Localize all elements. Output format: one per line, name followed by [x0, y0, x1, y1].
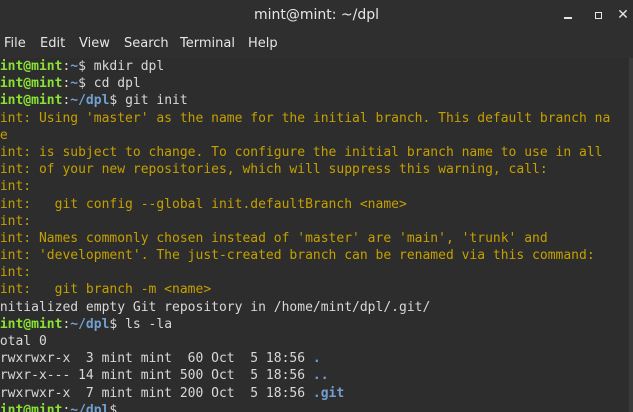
- close-icon[interactable]: ✕: [614, 6, 632, 24]
- terminal-line: mint@mint:~/dpl$: [0, 402, 610, 412]
- terminal-line: hint: of your new repositories, which wi…: [0, 161, 610, 178]
- hint-text: hint:: [0, 265, 32, 281]
- hint-text: hint: Using 'master' as the name for the…: [0, 110, 611, 126]
- prompt-symbol: $: [78, 76, 86, 92]
- prompt-path: ~: [70, 76, 79, 92]
- terminal-line: total 0: [0, 333, 610, 350]
- prompt-user: mint@mint: [0, 59, 63, 74]
- ls-entry-details: drwxrwxr-x 3 mint mint 60 Oct 5 18:56: [0, 351, 313, 367]
- hint-text: hint: is subject to change. To configure…: [0, 144, 603, 160]
- menu-file[interactable]: File: [4, 30, 26, 58]
- prompt-path: ~/dpl: [70, 93, 110, 109]
- terminal-line: drwxrwxr-x 3 mint mint 60 Oct 5 18:56 .: [0, 350, 610, 367]
- scrollbar[interactable]: [629, 58, 633, 412]
- prompt-symbol: $: [78, 59, 86, 74]
- terminal-line: hint:: [0, 213, 610, 230]
- menu-help[interactable]: Help: [248, 30, 278, 58]
- terminal-line: hint: git config --global init.defaultBr…: [0, 196, 610, 213]
- terminal-line: hint:: [0, 178, 610, 195]
- terminal-output[interactable]: mint@mint:~$ mkdir dplmint@mint:~$ cd dp…: [0, 58, 633, 412]
- hint-text: hint: Names commonly chosen instead of '…: [0, 230, 548, 246]
- hint-text: hint: 'development'. The just-created br…: [0, 248, 595, 264]
- terminal-line: mint@mint:~/dpl$ git init: [0, 92, 610, 109]
- maximize-icon[interactable]: [589, 6, 607, 24]
- terminal-line: mint@mint:~$ mkdir dpl: [0, 58, 610, 75]
- prompt-user: mint@mint: [0, 402, 63, 412]
- prompt-path: ~/dpl: [70, 316, 110, 332]
- hint-text: hint:: [0, 179, 32, 195]
- terminal-line: Initialized empty Git repository in /hom…: [0, 299, 610, 316]
- output-text: total 0: [0, 334, 47, 349]
- hint-text: me: [0, 127, 8, 143]
- terminal-line: hint:: [0, 264, 610, 281]
- prompt-path: ~/dpl: [70, 402, 110, 412]
- terminal-line: hint: is subject to change. To configure…: [0, 144, 610, 161]
- terminal-line: hint: Names commonly chosen instead of '…: [0, 230, 610, 247]
- hint-text: hint: git branch -m <name>: [0, 282, 212, 298]
- hint-text: hint: git config --global init.defaultBr…: [0, 196, 407, 212]
- prompt-path: ~: [70, 59, 79, 74]
- terminal-line: hint: 'development'. The just-created br…: [0, 247, 610, 264]
- terminal-line: hint: Using 'master' as the name for the…: [0, 110, 610, 127]
- minimize-icon[interactable]: [559, 6, 577, 24]
- menu-bar: File Edit View Search Terminal Help: [0, 30, 633, 58]
- title-bar[interactable]: mint@mint: ~/dpl ✕: [0, 0, 633, 30]
- terminal-lines: mint@mint:~$ mkdir dplmint@mint:~$ cd dp…: [0, 58, 610, 412]
- menu-view[interactable]: View: [79, 30, 110, 58]
- prompt-user: mint@mint: [0, 316, 63, 332]
- ls-entry-name: .: [312, 351, 321, 367]
- prompt-user: mint@mint: [0, 76, 63, 92]
- ls-entry-name: .git: [312, 385, 345, 401]
- menu-search[interactable]: Search: [124, 30, 169, 58]
- command-text: cd dpl: [85, 76, 141, 92]
- command-text: mkdir dpl: [85, 59, 165, 74]
- ls-entry-details: drwxr-x--- 14 mint mint 500 Oct 5 18:56: [0, 368, 313, 384]
- terminal-line: drwxr-x--- 14 mint mint 500 Oct 5 18:56 …: [0, 367, 610, 384]
- prompt-user: mint@mint: [0, 93, 63, 109]
- terminal-line: drwxrwxr-x 7 mint mint 200 Oct 5 18:56 .…: [0, 385, 610, 402]
- command-text: git init: [117, 93, 188, 109]
- terminal-line: me: [0, 127, 610, 144]
- command-text: ls -la: [117, 316, 173, 332]
- hint-text: hint: of your new repositories, which wi…: [0, 162, 548, 178]
- terminal-line: mint@mint:~/dpl$ ls -la: [0, 316, 610, 333]
- ls-entry-details: drwxrwxr-x 7 mint mint 200 Oct 5 18:56: [0, 385, 313, 401]
- hint-text: hint:: [0, 213, 32, 229]
- command-text: [117, 403, 125, 412]
- menu-edit[interactable]: Edit: [40, 30, 65, 58]
- terminal-line: mint@mint:~$ cd dpl: [0, 75, 610, 92]
- terminal-line: hint: git branch -m <name>: [0, 281, 610, 298]
- menu-terminal[interactable]: Terminal: [180, 30, 235, 58]
- ls-entry-name: ..: [312, 368, 329, 384]
- output-text: Initialized empty Git repository in /hom…: [0, 299, 431, 315]
- window-title: mint@mint: ~/dpl: [253, 7, 380, 23]
